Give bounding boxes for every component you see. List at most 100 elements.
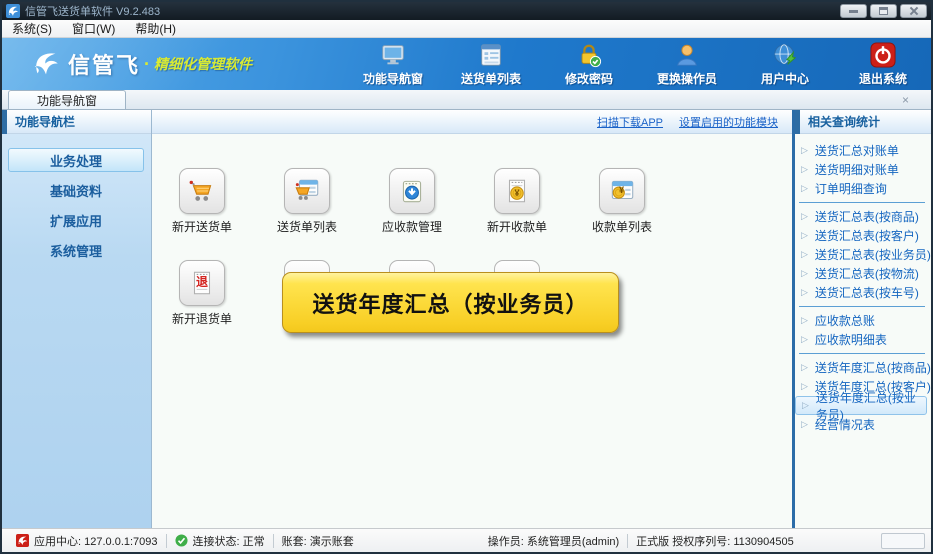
sidebar-item-base-data[interactable]: 基础资料	[8, 178, 144, 202]
query-list-item[interactable]: ▷应收款总账	[795, 311, 931, 330]
item-arrow-icon: ▷	[801, 145, 808, 156]
tab-nav-window[interactable]: 功能导航窗	[8, 90, 126, 109]
sidebar-item-system[interactable]: 系统管理	[8, 238, 144, 262]
brand-banner: 信管飞 · 精细化管理软件 功能导航窗 送货单列表 修改密码 更换操作员	[2, 38, 931, 90]
query-list-item[interactable]: ▷订单明细查询	[795, 179, 931, 198]
group-divider	[795, 198, 931, 207]
monitor-icon	[380, 42, 406, 68]
content-body: 新开送货单 送货单列表 应收款管理 ¥ 新开收款单 ¥ 收款单列表	[152, 134, 792, 528]
toolbar-label: 送货单列表	[461, 70, 521, 87]
item-arrow-icon: ▷	[801, 211, 808, 222]
toolbar-exit-button[interactable]: 退出系统	[845, 42, 921, 87]
query-list-item[interactable]: ▷送货汇总表(按物流)	[795, 264, 931, 283]
icon-label: 新开送货单	[172, 218, 232, 235]
item-arrow-icon: ▷	[801, 268, 808, 279]
sidebar-item-extensions[interactable]: 扩展应用	[8, 208, 144, 232]
toolbar-label: 更换操作员	[657, 70, 717, 87]
app-logo-icon	[6, 4, 20, 18]
query-list-item[interactable]: ▷应收款明细表	[795, 330, 931, 349]
receivables-management-button[interactable]: 应收款管理	[372, 168, 452, 235]
toolbar-user-center-button[interactable]: 用户中心	[747, 42, 823, 87]
brand-tagline: 精细化管理软件	[154, 54, 252, 74]
brand-dot: ·	[144, 54, 150, 75]
close-icon[interactable]	[900, 4, 927, 18]
operator-status: 操作员: 系统管理员(admin)	[480, 533, 627, 549]
new-receipt-button[interactable]: ¥ 新开收款单	[477, 168, 557, 235]
status-bar: 应用中心: 127.0.0.1:7093 连接状态: 正常 账套: 演示账套 操…	[2, 528, 931, 552]
tab-strip: 功能导航窗 ×	[2, 90, 931, 110]
query-list-item[interactable]: ▷送货汇总表(按商品)	[795, 207, 931, 226]
item-arrow-icon: ▷	[801, 315, 808, 326]
item-arrow-icon: ▷	[801, 419, 808, 430]
globe-icon	[772, 42, 798, 68]
toolbar-change-password-button[interactable]: 修改密码	[551, 42, 627, 87]
icon-label: 应收款管理	[382, 218, 442, 235]
right-panel-title: 相关查询统计	[808, 113, 880, 130]
banner-toolbar: 功能导航窗 送货单列表 修改密码 更换操作员 用户中心 退出系统	[355, 42, 921, 87]
right-panel-header: 相关查询统计	[795, 110, 931, 134]
connection-ok-icon	[175, 534, 188, 547]
yen-glyph: ¥	[619, 185, 624, 195]
menu-help[interactable]: 帮助(H)	[125, 20, 186, 37]
item-arrow-icon: ▷	[801, 230, 808, 241]
account-status: 账套: 演示账套	[274, 533, 362, 549]
query-list-item[interactable]: ▷送货汇总表(按车号)	[795, 283, 931, 302]
brand-name: 信管飞	[68, 48, 140, 80]
query-list: ▷送货汇总对账单 ▷送货明细对账单 ▷订单明细查询 ▷送货汇总表(按商品) ▷送…	[795, 134, 931, 434]
group-divider	[795, 302, 931, 311]
icon-label: 收款单列表	[592, 218, 652, 235]
item-arrow-icon: ▷	[801, 381, 808, 392]
left-nav-title: 功能导航栏	[15, 113, 75, 130]
query-list-item[interactable]: ▷送货汇总表(按客户)	[795, 226, 931, 245]
toolbar-label: 功能导航窗	[363, 70, 423, 87]
main-content: 扫描下载APP 设置启用的功能模块 新开送货单 送货单列表 应收款管理	[152, 110, 792, 528]
item-arrow-icon: ▷	[801, 362, 808, 373]
menu-window[interactable]: 窗口(W)	[62, 20, 125, 37]
menu-system[interactable]: 系统(S)	[2, 20, 62, 37]
query-list-item[interactable]: ▷送货年度汇总(按商品)	[795, 358, 931, 377]
item-arrow-icon: ▷	[802, 400, 809, 411]
icon-label: 新开退货单	[172, 310, 232, 327]
query-list-item[interactable]: ▷送货汇总对账单	[795, 141, 931, 160]
toolbar-switch-operator-button[interactable]: 更换操作员	[649, 42, 725, 87]
app-window: 信管飞送货单软件 V9.2.483 系统(S) 窗口(W) 帮助(H) 信管飞 …	[0, 0, 933, 554]
minimize-icon[interactable]	[840, 4, 867, 18]
query-list-item[interactable]: ▷送货汇总表(按业务员)	[795, 245, 931, 264]
toolbar-nav-window-button[interactable]: 功能导航窗	[355, 42, 431, 87]
item-arrow-icon: ▷	[801, 183, 808, 194]
power-icon	[870, 42, 896, 68]
toolbar-delivery-list-button[interactable]: 送货单列表	[453, 42, 529, 87]
cart-icon	[187, 176, 217, 206]
query-list-item-highlighted[interactable]: ▷送货年度汇总(按业务员)	[795, 396, 927, 415]
query-list-item[interactable]: ▷送货明细对账单	[795, 160, 931, 179]
left-nav-panel: 功能导航栏 业务处理 基础资料 扩展应用 系统管理	[2, 110, 152, 528]
receipt-list-button[interactable]: ¥ 收款单列表	[582, 168, 662, 235]
close-tab-icon[interactable]: ×	[902, 94, 909, 106]
toolbar-label: 用户中心	[761, 70, 809, 87]
toolbar-label: 修改密码	[565, 70, 613, 87]
item-arrow-icon: ▷	[801, 287, 808, 298]
receivable-notepad-icon	[397, 176, 427, 206]
sidebar-item-business[interactable]: 业务处理	[8, 148, 144, 172]
restore-icon[interactable]	[870, 4, 897, 18]
accent-bar	[795, 110, 800, 134]
item-arrow-icon: ▷	[801, 249, 808, 260]
toolbar-label: 退出系统	[859, 70, 907, 87]
body-area: 功能导航栏 业务处理 基础资料 扩展应用 系统管理 扫描下载APP 设置启用的功…	[2, 110, 931, 528]
item-arrow-icon: ▷	[801, 164, 808, 175]
connection-status: 连接状态: 正常	[167, 533, 273, 549]
left-nav-header: 功能导航栏	[2, 110, 151, 134]
new-delivery-note-button[interactable]: 新开送货单	[162, 168, 242, 235]
delivery-note-list-button[interactable]: 送货单列表	[267, 168, 347, 235]
icon-label: 送货单列表	[277, 218, 337, 235]
delivery-list-icon	[478, 42, 504, 68]
return-glyph: 退	[196, 273, 208, 290]
item-arrow-icon: ▷	[801, 334, 808, 345]
configure-modules-link[interactable]: 设置启用的功能模块	[679, 114, 778, 130]
brand-swoosh-icon	[30, 48, 62, 80]
window-controls	[840, 4, 927, 18]
related-queries-panel: 相关查询统计 ▷送货汇总对账单 ▷送货明细对账单 ▷订单明细查询 ▷送货汇总表(…	[795, 110, 931, 528]
yen-glyph: ¥	[514, 188, 519, 198]
new-return-note-button[interactable]: 退 新开退货单	[162, 260, 242, 327]
download-app-link[interactable]: 扫描下载APP	[597, 114, 663, 130]
